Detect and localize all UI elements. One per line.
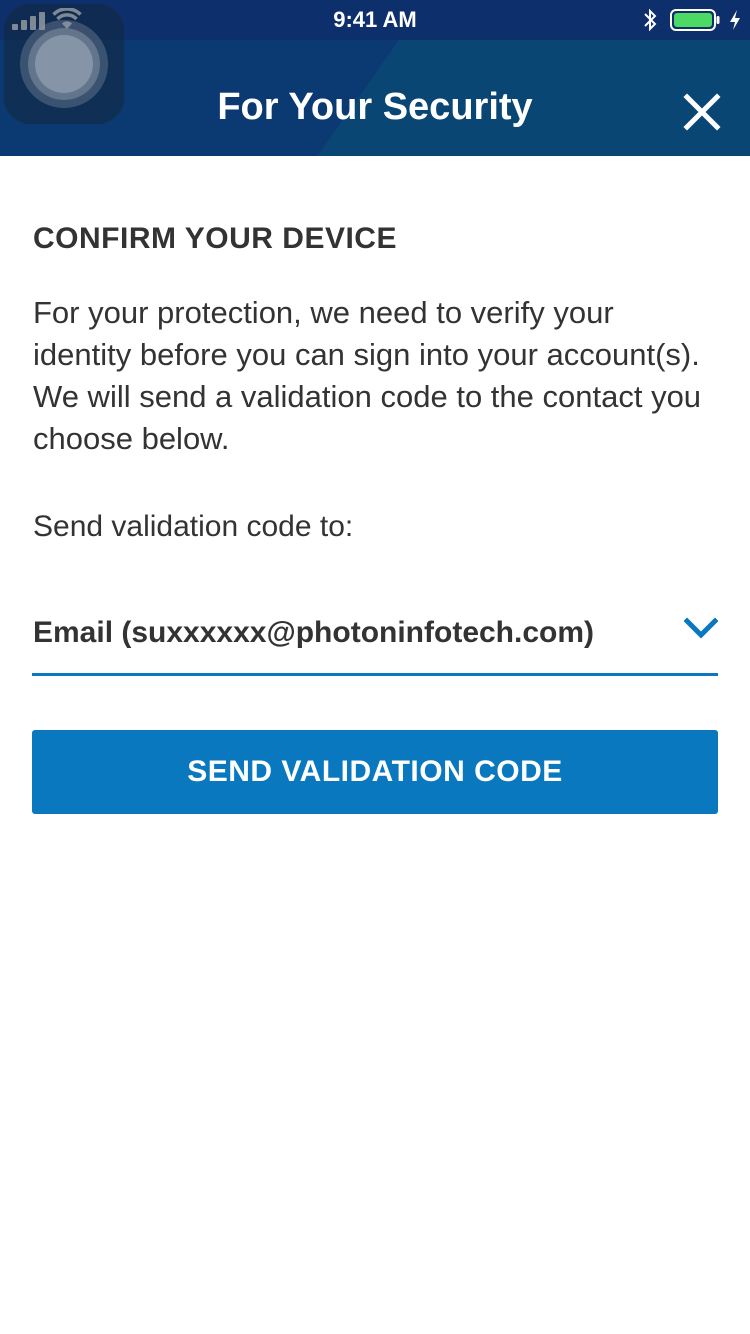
- close-button[interactable]: [680, 90, 724, 134]
- send-to-label: Send validation code to:: [33, 510, 354, 543]
- description-text: For your protection, we need to verify y…: [33, 295, 702, 456]
- close-icon: [683, 93, 721, 131]
- bluetooth-icon: [644, 8, 657, 32]
- chevron-down-icon: [684, 617, 718, 639]
- send-validation-code-button[interactable]: SEND VALIDATION CODE: [32, 730, 718, 814]
- assistive-touch-button[interactable]: [4, 4, 124, 124]
- contact-select[interactable]: Email (suxxxxxx@photoninfotech.com): [32, 600, 718, 676]
- contact-select-value: Email (suxxxxxx@photoninfotech.com): [33, 616, 595, 649]
- battery-icon: [670, 9, 720, 31]
- section-title: CONFIRM YOUR DEVICE: [33, 222, 397, 255]
- charging-icon: [730, 10, 740, 30]
